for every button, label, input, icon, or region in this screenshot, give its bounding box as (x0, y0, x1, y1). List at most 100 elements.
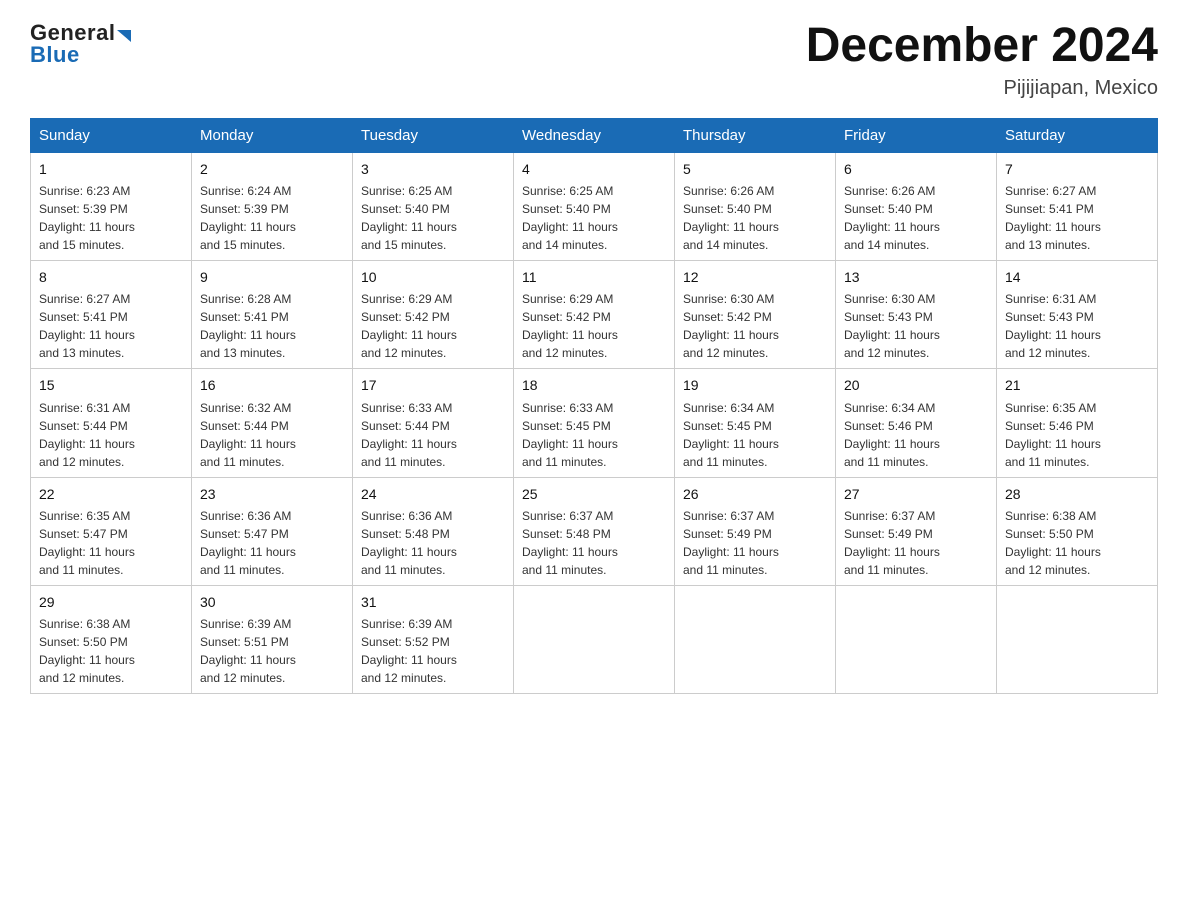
calendar-header-tuesday: Tuesday (353, 118, 514, 152)
day-info: Sunrise: 6:31 AMSunset: 5:44 PMDaylight:… (39, 399, 183, 471)
calendar-cell: 13 Sunrise: 6:30 AMSunset: 5:43 PMDayligh… (836, 261, 997, 369)
day-info: Sunrise: 6:34 AMSunset: 5:46 PMDaylight:… (844, 399, 988, 471)
calendar-week-row-5: 29 Sunrise: 6:38 AMSunset: 5:50 PMDayligh… (31, 585, 1158, 693)
day-number: 12 (683, 267, 827, 287)
logo-arrow-icon (117, 30, 131, 42)
day-info: Sunrise: 6:30 AMSunset: 5:42 PMDaylight:… (683, 290, 827, 362)
day-number: 20 (844, 375, 988, 395)
calendar-cell: 10 Sunrise: 6:29 AMSunset: 5:42 PMDayligh… (353, 261, 514, 369)
day-number: 24 (361, 484, 505, 504)
day-info: Sunrise: 6:32 AMSunset: 5:44 PMDaylight:… (200, 399, 344, 471)
title-section: December 2024 Pijijiapan, Mexico (806, 20, 1158, 100)
calendar-cell: 19 Sunrise: 6:34 AMSunset: 5:45 PMDayligh… (675, 369, 836, 477)
calendar-cell: 29 Sunrise: 6:38 AMSunset: 5:50 PMDayligh… (31, 585, 192, 693)
calendar-cell: 2 Sunrise: 6:24 AMSunset: 5:39 PMDaylight… (192, 152, 353, 260)
day-number: 2 (200, 159, 344, 179)
calendar-cell: 23Sunrise: 6:36 AMSunset: 5:47 PMDayligh… (192, 477, 353, 585)
calendar-cell: 21 Sunrise: 6:35 AMSunset: 5:46 PMDayligh… (997, 369, 1158, 477)
day-number: 31 (361, 592, 505, 612)
calendar-header-row: SundayMondayTuesdayWednesdayThursdayFrid… (31, 118, 1158, 152)
calendar-cell (836, 585, 997, 693)
day-number: 5 (683, 159, 827, 179)
day-number: 3 (361, 159, 505, 179)
calendar-cell: 6 Sunrise: 6:26 AMSunset: 5:40 PMDaylight… (836, 152, 997, 260)
day-info: Sunrise: 6:27 AMSunset: 5:41 PMDaylight:… (39, 290, 183, 362)
calendar-header-monday: Monday (192, 118, 353, 152)
day-info: Sunrise: 6:26 AMSunset: 5:40 PMDaylight:… (683, 182, 827, 254)
calendar-cell: 11 Sunrise: 6:29 AMSunset: 5:42 PMDayligh… (514, 261, 675, 369)
month-title: December 2024 (806, 20, 1158, 73)
day-info: Sunrise: 6:37 AMSunset: 5:49 PMDaylight:… (683, 507, 827, 579)
calendar-week-row-1: 1Sunrise: 6:23 AMSunset: 5:39 PMDaylight… (31, 152, 1158, 260)
calendar-table: SundayMondayTuesdayWednesdayThursdayFrid… (30, 118, 1158, 694)
day-info: Sunrise: 6:33 AMSunset: 5:45 PMDaylight:… (522, 399, 666, 471)
day-number: 18 (522, 375, 666, 395)
day-info: Sunrise: 6:39 AMSunset: 5:51 PMDaylight:… (200, 615, 344, 687)
calendar-cell: 30 Sunrise: 6:39 AMSunset: 5:51 PMDayligh… (192, 585, 353, 693)
calendar-cell: 17Sunrise: 6:33 AMSunset: 5:44 PMDayligh… (353, 369, 514, 477)
day-info: Sunrise: 6:35 AMSunset: 5:47 PMDaylight:… (39, 507, 183, 579)
day-number: 28 (1005, 484, 1149, 504)
day-info: Sunrise: 6:38 AMSunset: 5:50 PMDaylight:… (1005, 507, 1149, 579)
day-info: Sunrise: 6:25 AMSunset: 5:40 PMDaylight:… (361, 182, 505, 254)
calendar-cell: 15Sunrise: 6:31 AMSunset: 5:44 PMDayligh… (31, 369, 192, 477)
day-number: 4 (522, 159, 666, 179)
calendar-cell: 8Sunrise: 6:27 AMSunset: 5:41 PMDaylight… (31, 261, 192, 369)
day-info: Sunrise: 6:29 AMSunset: 5:42 PMDaylight:… (522, 290, 666, 362)
calendar-cell: 25Sunrise: 6:37 AMSunset: 5:48 PMDayligh… (514, 477, 675, 585)
day-info: Sunrise: 6:35 AMSunset: 5:46 PMDaylight:… (1005, 399, 1149, 471)
day-info: Sunrise: 6:34 AMSunset: 5:45 PMDaylight:… (683, 399, 827, 471)
calendar-cell: 22 Sunrise: 6:35 AMSunset: 5:47 PMDayligh… (31, 477, 192, 585)
day-number: 6 (844, 159, 988, 179)
day-number: 19 (683, 375, 827, 395)
calendar-cell: 9 Sunrise: 6:28 AMSunset: 5:41 PMDaylight… (192, 261, 353, 369)
day-number: 11 (522, 267, 666, 287)
calendar-cell (997, 585, 1158, 693)
page-header: General Blue December 2024 Pijijiapan, M… (30, 20, 1158, 100)
day-number: 9 (200, 267, 344, 287)
day-number: 30 (200, 592, 344, 612)
calendar-week-row-3: 15Sunrise: 6:31 AMSunset: 5:44 PMDayligh… (31, 369, 1158, 477)
day-number: 22 (39, 484, 183, 504)
calendar-cell: 20 Sunrise: 6:34 AMSunset: 5:46 PMDayligh… (836, 369, 997, 477)
calendar-cell: 26Sunrise: 6:37 AMSunset: 5:49 PMDayligh… (675, 477, 836, 585)
day-number: 21 (1005, 375, 1149, 395)
calendar-cell: 1Sunrise: 6:23 AMSunset: 5:39 PMDaylight… (31, 152, 192, 260)
calendar-cell: 24 Sunrise: 6:36 AMSunset: 5:48 PMDayligh… (353, 477, 514, 585)
day-info: Sunrise: 6:36 AMSunset: 5:48 PMDaylight:… (361, 507, 505, 579)
calendar-header-wednesday: Wednesday (514, 118, 675, 152)
calendar-cell: 14Sunrise: 6:31 AMSunset: 5:43 PMDayligh… (997, 261, 1158, 369)
calendar-cell (514, 585, 675, 693)
calendar-cell: 31Sunrise: 6:39 AMSunset: 5:52 PMDayligh… (353, 585, 514, 693)
day-info: Sunrise: 6:24 AMSunset: 5:39 PMDaylight:… (200, 182, 344, 254)
calendar-week-row-4: 22 Sunrise: 6:35 AMSunset: 5:47 PMDayligh… (31, 477, 1158, 585)
calendar-cell (675, 585, 836, 693)
calendar-cell: 16 Sunrise: 6:32 AMSunset: 5:44 PMDayligh… (192, 369, 353, 477)
day-info: Sunrise: 6:38 AMSunset: 5:50 PMDaylight:… (39, 615, 183, 687)
calendar-cell: 12 Sunrise: 6:30 AMSunset: 5:42 PMDayligh… (675, 261, 836, 369)
day-number: 23 (200, 484, 344, 504)
calendar-cell: 3 Sunrise: 6:25 AMSunset: 5:40 PMDaylight… (353, 152, 514, 260)
calendar-cell: 7Sunrise: 6:27 AMSunset: 5:41 PMDaylight… (997, 152, 1158, 260)
day-info: Sunrise: 6:28 AMSunset: 5:41 PMDaylight:… (200, 290, 344, 362)
day-info: Sunrise: 6:26 AMSunset: 5:40 PMDaylight:… (844, 182, 988, 254)
calendar-header-thursday: Thursday (675, 118, 836, 152)
logo-blue-text: Blue (30, 42, 80, 68)
day-info: Sunrise: 6:27 AMSunset: 5:41 PMDaylight:… (1005, 182, 1149, 254)
calendar-cell: 27Sunrise: 6:37 AMSunset: 5:49 PMDayligh… (836, 477, 997, 585)
calendar-cell: 4 Sunrise: 6:25 AMSunset: 5:40 PMDaylight… (514, 152, 675, 260)
day-number: 29 (39, 592, 183, 612)
calendar-cell: 5 Sunrise: 6:26 AMSunset: 5:40 PMDaylight… (675, 152, 836, 260)
calendar-cell: 18 Sunrise: 6:33 AMSunset: 5:45 PMDayligh… (514, 369, 675, 477)
day-info: Sunrise: 6:33 AMSunset: 5:44 PMDaylight:… (361, 399, 505, 471)
calendar-week-row-2: 8Sunrise: 6:27 AMSunset: 5:41 PMDaylight… (31, 261, 1158, 369)
day-info: Sunrise: 6:30 AMSunset: 5:43 PMDaylight:… (844, 290, 988, 362)
day-number: 10 (361, 267, 505, 287)
logo: General Blue (30, 20, 131, 68)
day-info: Sunrise: 6:25 AMSunset: 5:40 PMDaylight:… (522, 182, 666, 254)
calendar-header-sunday: Sunday (31, 118, 192, 152)
day-info: Sunrise: 6:29 AMSunset: 5:42 PMDaylight:… (361, 290, 505, 362)
day-info: Sunrise: 6:37 AMSunset: 5:48 PMDaylight:… (522, 507, 666, 579)
day-number: 13 (844, 267, 988, 287)
day-number: 16 (200, 375, 344, 395)
